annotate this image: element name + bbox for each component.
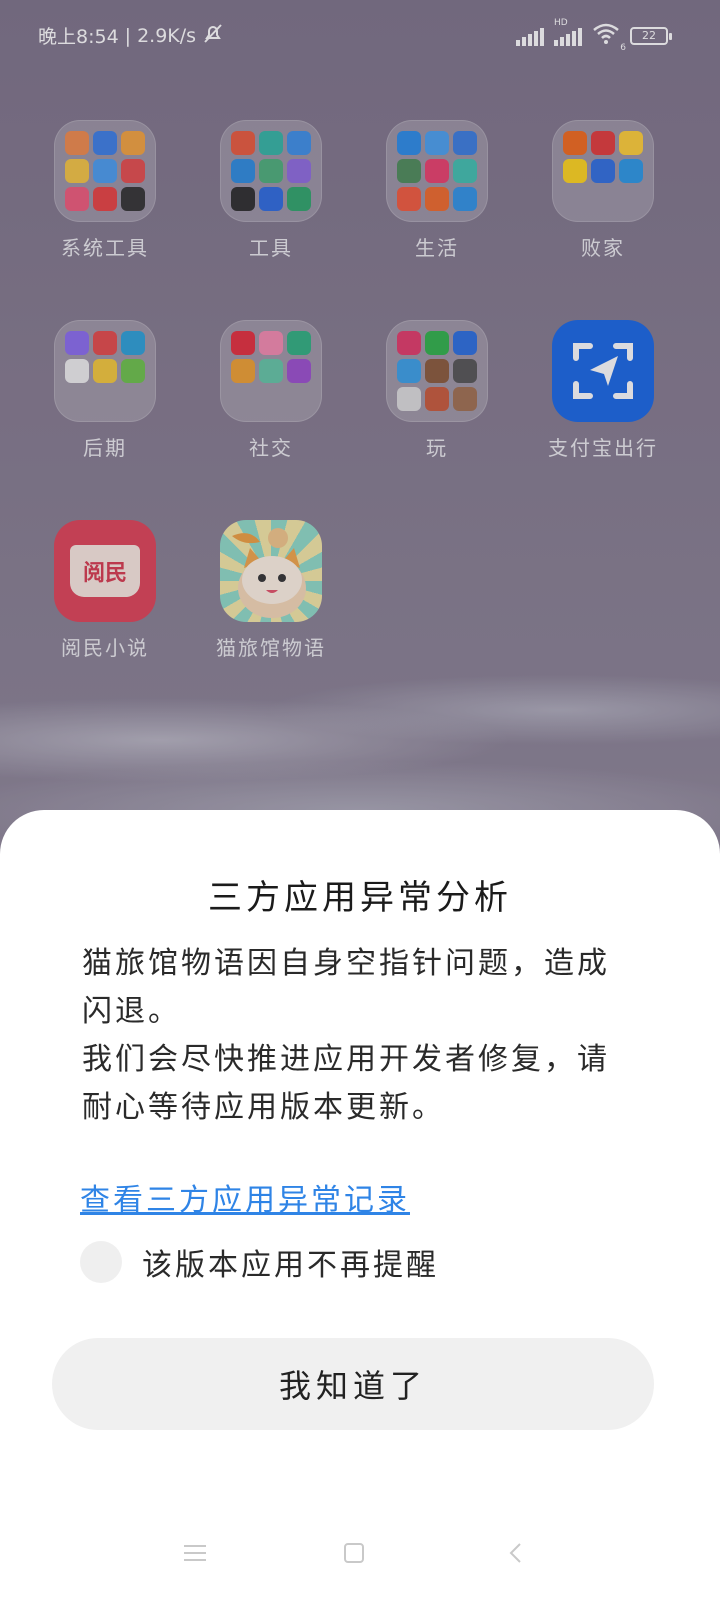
- anomaly-dialog: 三方应用异常分析 猫旅馆物语因自身空指针问题，造成闪退。 我们会尽快推进应用开发…: [0, 810, 720, 1600]
- navigation-bar: [0, 1520, 720, 1600]
- view-anomaly-records-link[interactable]: 查看三方应用异常记录: [80, 1175, 410, 1219]
- dialog-message-line1: 猫旅馆物语因自身空指针问题，造成闪退。: [82, 946, 610, 1029]
- dont-remind-label: 该版本应用不再提醒: [142, 1248, 439, 1283]
- got-it-button[interactable]: 我知道了: [52, 1338, 654, 1430]
- dialog-title: 三方应用异常分析: [208, 878, 512, 918]
- home-icon[interactable]: [342, 1542, 366, 1568]
- dialog-message-line2: 我们会尽快推进应用开发者修复，请耐心等待应用版本更新。: [82, 1042, 610, 1125]
- dialog-message: 猫旅馆物语因自身空指针问题，造成闪退。 我们会尽快推进应用开发者修复，请耐心等待…: [82, 940, 640, 1132]
- dont-remind-checkbox[interactable]: [80, 1241, 122, 1283]
- dont-remind-row[interactable]: 该版本应用不再提醒: [80, 1240, 439, 1284]
- menu-icon[interactable]: [182, 1542, 208, 1568]
- back-icon[interactable]: [506, 1542, 526, 1568]
